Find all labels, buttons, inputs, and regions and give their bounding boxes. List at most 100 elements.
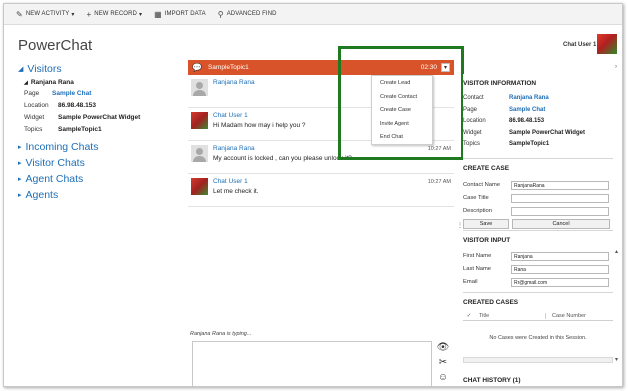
section-title: VISITOR INPUT <box>463 237 511 244</box>
first-name-input[interactable]: Ranjana <box>511 251 609 261</box>
email-input[interactable]: Rr@gmail.com <box>511 277 609 287</box>
new-record-button[interactable]: + NEW RECORD ▾ <box>86 10 142 19</box>
scroll-right-icon[interactable]: › <box>615 64 617 70</box>
scissors-icon[interactable]: ✂ <box>439 358 447 368</box>
visitor-topics-row: Topics SampleTopic1 <box>24 126 183 133</box>
case-buttons: Save Cancel <box>463 219 613 229</box>
page-label: Page <box>24 90 40 97</box>
visitor-card[interactable]: ◢ Ranjana Rana Page Sample Chat Location… <box>24 79 183 133</box>
location-label: Location <box>24 102 49 109</box>
message-input[interactable] <box>192 341 432 386</box>
save-button[interactable]: Save <box>463 219 509 229</box>
page-title: PowerChat <box>18 37 93 54</box>
last-name-label: Last Name <box>463 266 492 272</box>
import-data-button[interactable]: ▦ IMPORT DATA <box>154 10 206 19</box>
new-activity-label: NEW ACTIVITY <box>25 11 70 17</box>
highlight-box <box>338 46 464 160</box>
vertical-scrollbar[interactable]: › ▴ ▾ <box>615 64 622 386</box>
new-activity-button[interactable]: ✎ NEW ACTIVITY ▾ <box>16 10 74 19</box>
visitor-name: ◢ Ranjana Rana <box>24 79 183 86</box>
command-bar: ✎ NEW ACTIVITY ▾ + NEW RECORD ▾ ▦ IMPORT… <box>4 4 622 25</box>
visitor-widget-row: Widget Sample PowerChat Widget <box>24 114 183 121</box>
nav-incoming-label: Incoming Chats <box>25 141 99 153</box>
divider <box>463 230 613 231</box>
widget-value: Sample PowerChat Widget <box>509 129 585 136</box>
cases-table-header: ✓ Title Case Number <box>463 311 613 321</box>
chat-bubble-icon: 💬 <box>192 63 202 72</box>
first-name-row: First Name Ranjana <box>463 251 613 261</box>
user-avatar[interactable] <box>597 34 617 54</box>
advanced-find-icon: ⚲ <box>217 9 224 19</box>
contact-link[interactable]: Ranjana Rana <box>509 95 549 101</box>
section-title[interactable]: CHAT HISTORY (1) <box>463 377 613 384</box>
description-label: Description <box>463 208 492 214</box>
message-time: 10:27 AM <box>427 179 451 185</box>
section-title: VISITOR INFORMATION <box>463 80 537 87</box>
nav-incoming-chats[interactable]: ▸ Incoming Chats <box>18 141 183 153</box>
nav-agents[interactable]: ▸ Agents <box>18 189 183 201</box>
create-case-section: CREATE CASE Contact Name RanjanaRana Cas… <box>463 165 613 229</box>
message-sender: Chat User 1 <box>213 178 248 185</box>
widget-value: Sample PowerChat Widget <box>58 114 141 121</box>
scroll-down-icon[interactable]: ▾ <box>615 356 618 363</box>
collapse-triangle-icon: ◢ <box>18 66 24 73</box>
chat-history-section: CHAT HISTORY (1) <box>463 377 613 386</box>
nav-visitor-chats[interactable]: ▸ Visitor Chats <box>18 157 183 169</box>
last-name-row: Last Name Rana <box>463 264 613 274</box>
page-row: Page Sample Chat <box>463 107 613 113</box>
horizontal-scrollbar[interactable] <box>463 357 613 363</box>
contact-row: Contact Ranjana Rana <box>463 95 613 101</box>
location-row: Location 86.98.48.153 <box>463 118 613 124</box>
nav-visitors-label: Visitors <box>27 63 62 75</box>
chat-topic: SampleTopic1 <box>207 64 249 71</box>
typing-indicator: Ranjana Rana is typing... <box>190 331 252 337</box>
contact-label: Contact <box>463 95 484 101</box>
section-title: CREATE CASE <box>463 165 510 172</box>
expand-triangle-icon: ▸ <box>18 144 22 151</box>
nav-agent-chats[interactable]: ▸ Agent Chats <box>18 173 183 185</box>
divider <box>463 292 613 293</box>
avatar <box>191 145 208 162</box>
divider <box>463 158 613 159</box>
import-data-label: IMPORT DATA <box>164 11 206 17</box>
nav-visitors[interactable]: ◢ Visitors <box>18 63 183 75</box>
cancel-button[interactable]: Cancel <box>512 219 610 229</box>
expand-triangle-icon: ▸ <box>18 176 22 183</box>
contact-name-input[interactable]: RanjanaRana <box>511 180 609 190</box>
email-row: Email Rr@gmail.com <box>463 277 613 287</box>
user-name[interactable]: Chat User 1 <box>563 42 596 48</box>
scroll-up-icon[interactable]: ▴ <box>615 248 618 255</box>
avatar <box>191 112 208 129</box>
empty-message: No Cases were Created in this Session. <box>489 335 587 341</box>
widget-label: Widget <box>463 129 482 136</box>
location-value: 86.98.48.153 <box>58 102 96 109</box>
left-nav: ◢ Visitors ◢ Ranjana Rana Page Sample Ch… <box>18 63 183 205</box>
eye-icon[interactable]: 👁 <box>437 343 450 353</box>
import-icon: ▦ <box>154 9 162 19</box>
smiley-icon[interactable]: ☺ <box>438 373 448 383</box>
visitor-name-text: Ranjana Rana <box>30 79 74 86</box>
advanced-find-label: ADVANCED FIND <box>226 11 277 17</box>
description-input[interactable] <box>511 206 609 216</box>
page-link[interactable]: Sample Chat <box>509 107 545 113</box>
column-title[interactable]: Title <box>475 313 545 319</box>
topics-value: SampleTopic1 <box>58 126 102 133</box>
chevron-down-icon: ▾ <box>71 11 75 18</box>
plus-icon: + <box>86 9 92 19</box>
case-title-row: Case Title <box>463 193 613 203</box>
select-all-checkbox[interactable]: ✓ <box>463 313 475 319</box>
visitor-information-section: VISITOR INFORMATION Contact Ranjana Rana… <box>463 80 613 153</box>
description-row: Description <box>463 206 613 216</box>
last-name-input[interactable]: Rana <box>511 264 609 274</box>
location-label: Location <box>463 118 486 124</box>
column-case-number[interactable]: Case Number <box>545 312 613 319</box>
right-panel: VISITOR INFORMATION Contact Ranjana Rana… <box>463 74 615 386</box>
case-title-input[interactable] <box>511 193 609 203</box>
widget-row: Widget Sample PowerChat Widget <box>463 130 613 136</box>
case-title-label: Case Title <box>463 195 489 201</box>
topics-row: Topics SampleTopic1 <box>463 141 613 147</box>
nav-visitor-chats-label: Visitor Chats <box>25 157 85 169</box>
advanced-find-button[interactable]: ⚲ ADVANCED FIND <box>218 10 277 19</box>
composer-tools: 👁 ✂ ☺ <box>436 343 450 386</box>
page-value[interactable]: Sample Chat <box>52 90 91 97</box>
